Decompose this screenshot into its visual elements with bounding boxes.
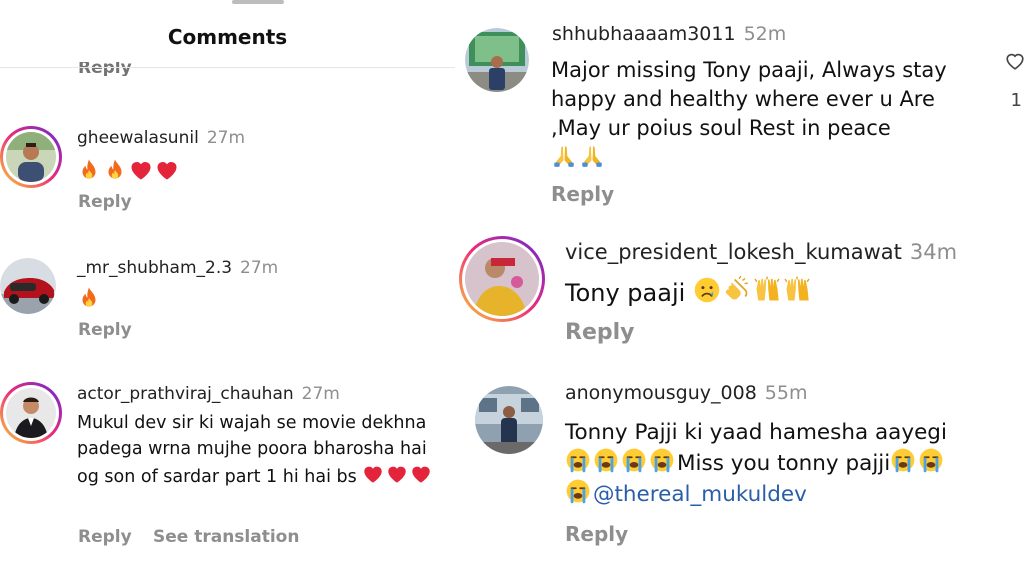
- comment-username[interactable]: gheewalasunil 27m: [77, 128, 245, 148]
- avatar[interactable]: [459, 236, 545, 322]
- sad-emoji: [693, 276, 721, 304]
- heart-outline-icon[interactable]: [1004, 50, 1024, 72]
- comment-text: [77, 286, 103, 314]
- comment-timestamp: 27m: [206, 128, 246, 148]
- avatar[interactable]: [465, 28, 529, 92]
- comment-item: anonymousguy_008 55m Tonny Pajji ki yaad …: [455, 376, 1024, 566]
- previous-reply-link[interactable]: Reply: [78, 62, 132, 76]
- comment-item: gheewalasunil 27m Reply: [0, 118, 455, 218]
- comment-username[interactable]: vice_president_lokesh_kumawat 34m: [565, 240, 957, 264]
- reply-button[interactable]: Reply: [78, 320, 132, 340]
- heart-emoji: [129, 158, 153, 182]
- crying-emoji: [918, 447, 944, 473]
- pray-emoji: [551, 143, 577, 169]
- like-count: 1: [1010, 90, 1022, 111]
- comment-timestamp: 27m: [301, 384, 340, 404]
- avatar[interactable]: [0, 126, 62, 188]
- user-mention-link[interactable]: @thereal_mukuldev: [593, 482, 807, 507]
- comment-item: _mr_shubham_2.3 27m Reply: [0, 248, 455, 348]
- comment-text: Major missing Tony paaji, Always stay ha…: [551, 56, 991, 174]
- heart-emoji: [362, 463, 384, 485]
- crying-emoji: [565, 478, 591, 504]
- comment-timestamp: 55m: [764, 382, 808, 404]
- raised-hands-emoji: [783, 276, 811, 304]
- fire-emoji: [77, 286, 101, 310]
- comment-text: [77, 158, 181, 186]
- raised-hands-emoji: [753, 276, 781, 304]
- comment-username[interactable]: shhubhaaaam3011 52m: [552, 23, 786, 45]
- comment-timestamp: 27m: [240, 258, 279, 278]
- sheet-title: Comments: [167, 25, 288, 49]
- pray-emoji: [579, 143, 605, 169]
- comment-username[interactable]: anonymousguy_008 55m: [565, 382, 807, 404]
- profile-photo: [6, 132, 56, 182]
- sheet-drag-handle[interactable]: [232, 0, 284, 4]
- fire-emoji: [77, 158, 101, 182]
- comment-timestamp: 52m: [743, 23, 787, 45]
- crying-emoji: [649, 447, 675, 473]
- heart-emoji: [410, 463, 432, 485]
- comment-username[interactable]: _mr_shubham_2.3 27m: [77, 258, 278, 278]
- heart-emoji: [155, 158, 179, 182]
- see-translation-button[interactable]: See translation: [153, 527, 299, 547]
- reply-button[interactable]: Reply: [78, 527, 132, 547]
- profile-photo: [0, 258, 56, 314]
- comment-username[interactable]: actor_prathviraj_chauhan 27m: [77, 384, 340, 404]
- comment-text: Tonny Pajji ki yaad hamesha aayegi Miss y…: [565, 420, 947, 508]
- profile-photo: [465, 242, 539, 316]
- comment-item: shhubhaaaam3011 52m Major missing Tony pa…: [455, 18, 1024, 218]
- crying-emoji: [593, 447, 619, 473]
- comment-item: vice_president_lokesh_kumawat 34m Tony pa…: [455, 232, 1024, 362]
- heart-emoji: [386, 463, 408, 485]
- comment-timestamp: 34m: [909, 240, 958, 264]
- comments-list-zoomed: shhubhaaaam3011 52m Major missing Tony pa…: [455, 0, 1024, 576]
- reply-button[interactable]: Reply: [551, 182, 614, 206]
- avatar[interactable]: [475, 386, 543, 454]
- comment-item: actor_prathviraj_chauhan 27m Mukul dev si…: [0, 376, 455, 566]
- crying-emoji: [565, 447, 591, 473]
- comments-sheet: Comments Reply gheewalasunil 27m Reply _…: [0, 0, 455, 576]
- avatar[interactable]: [0, 258, 56, 314]
- profile-photo: [465, 28, 529, 92]
- profile-photo: [475, 386, 543, 454]
- comment-text: Tony paaji: [565, 276, 813, 311]
- profile-photo: [6, 388, 56, 438]
- comment-text: Mukul dev sir ki wajah se movie dekhna p…: [77, 411, 452, 491]
- header-divider: [0, 67, 455, 68]
- avatar[interactable]: [0, 382, 62, 444]
- reply-button[interactable]: Reply: [565, 522, 628, 546]
- clap-emoji: [723, 276, 751, 304]
- reply-button[interactable]: Reply: [78, 192, 132, 212]
- crying-emoji: [621, 447, 647, 473]
- crying-emoji: [890, 447, 916, 473]
- reply-button[interactable]: Reply: [565, 320, 635, 345]
- fire-emoji: [103, 158, 127, 182]
